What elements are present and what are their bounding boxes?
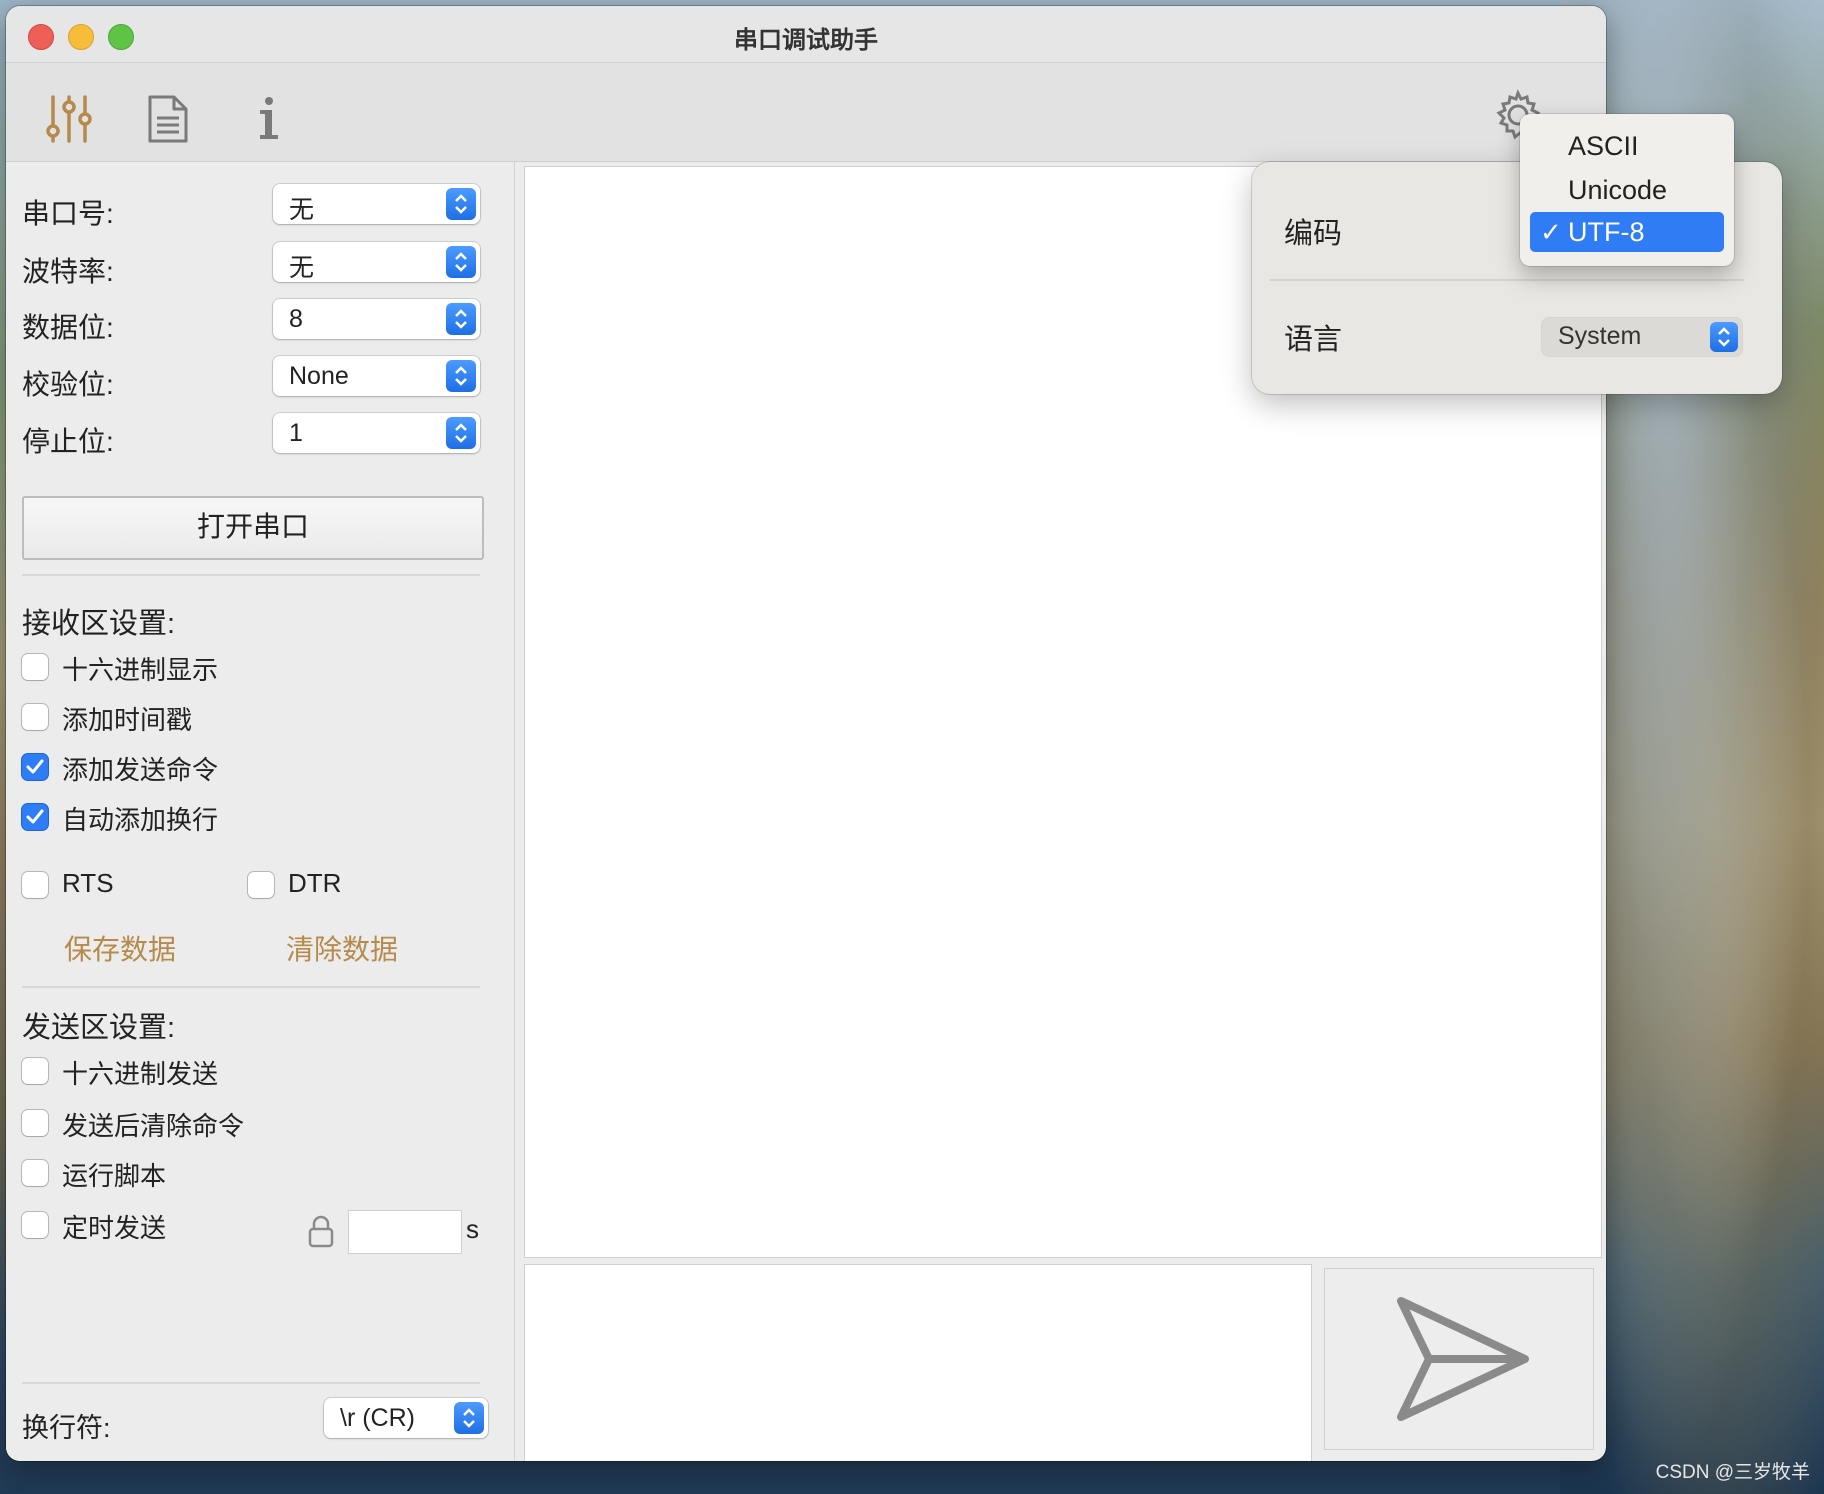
baud-label: 波特率: [22, 256, 114, 287]
encoding-option-unicode[interactable]: Unicode [1530, 170, 1724, 210]
parity-label: 校验位: [22, 369, 114, 400]
encoding-option-label: ASCII [1568, 131, 1639, 161]
hex-send-label: 十六进制发送 [62, 1059, 219, 1089]
interval-unit: s [466, 1214, 479, 1244]
timed-send-checkbox[interactable] [22, 1212, 48, 1238]
newline-label: 换行符: [22, 1413, 111, 1443]
checkmark-icon: ✓ [1540, 217, 1562, 247]
toolbar [6, 63, 1606, 162]
divider [22, 574, 480, 576]
echo-command-label: 添加发送命令 [62, 755, 219, 785]
auto-newline-label: 自动添加换行 [62, 805, 219, 835]
sliders-icon[interactable] [44, 93, 94, 145]
run-script-label: 运行脚本 [62, 1161, 167, 1191]
chevron-updown-icon [446, 303, 476, 335]
chevron-updown-icon [446, 188, 476, 220]
divider [22, 1382, 480, 1384]
send-section-title: 发送区设置: [22, 1012, 176, 1044]
encoding-menu: ASCII Unicode ✓ UTF-8 [1520, 114, 1734, 266]
chevron-updown-icon [1710, 322, 1738, 352]
clear-data-button[interactable]: 清除数据 [286, 928, 398, 968]
send-button[interactable] [1324, 1268, 1594, 1450]
port-value: 无 [289, 196, 315, 224]
watermark: CSDN @三岁牧羊 [1655, 1462, 1810, 1483]
window-title: 串口调试助手 [734, 27, 878, 54]
newline-select[interactable]: \r (CR) [324, 1398, 488, 1438]
send-plane-icon [1397, 1297, 1529, 1421]
lock-icon[interactable] [306, 1214, 336, 1248]
language-select[interactable]: System [1542, 318, 1742, 356]
parity-select[interactable]: None [273, 356, 480, 396]
stopbits-label: 停止位: [22, 426, 114, 457]
auto-newline-checkbox[interactable] [22, 804, 48, 830]
send-text-area[interactable] [524, 1264, 1312, 1461]
databits-label: 数据位: [22, 312, 114, 343]
baud-value: 无 [289, 254, 315, 282]
port-select[interactable]: 无 [273, 184, 480, 224]
title-bar: 串口调试助手 [6, 6, 1606, 63]
databits-select[interactable]: 8 [273, 299, 480, 339]
chevron-updown-icon [446, 360, 476, 392]
clear-after-send-checkbox[interactable] [22, 1110, 48, 1136]
info-icon[interactable] [244, 93, 294, 145]
save-data-button[interactable]: 保存数据 [64, 928, 176, 968]
hex-display-checkbox[interactable] [22, 654, 48, 680]
interval-input[interactable] [348, 1210, 462, 1254]
open-port-button[interactable]: 打开串口 [22, 496, 484, 560]
baud-select[interactable]: 无 [273, 242, 480, 282]
timed-send-label: 定时发送 [62, 1213, 167, 1243]
chevron-updown-icon [446, 417, 476, 449]
newline-value: \r (CR) [340, 1404, 415, 1432]
stopbits-value: 1 [289, 419, 303, 447]
stopbits-select[interactable]: 1 [273, 413, 480, 453]
port-label: 串口号: [22, 198, 114, 229]
run-script-checkbox[interactable] [22, 1160, 48, 1186]
document-icon[interactable] [142, 93, 192, 145]
encoding-option-ascii[interactable]: ASCII [1530, 126, 1724, 166]
databits-value: 8 [289, 305, 303, 333]
receive-section-title: 接收区设置: [22, 608, 176, 640]
divider [1270, 279, 1744, 281]
language-value: System [1558, 322, 1642, 350]
encoding-option-label: Unicode [1568, 175, 1668, 205]
echo-command-checkbox[interactable] [22, 754, 48, 780]
rts-label: RTS [62, 868, 114, 898]
timestamp-label: 添加时间戳 [62, 705, 193, 735]
hex-display-label: 十六进制显示 [62, 655, 219, 685]
dtr-checkbox[interactable] [248, 872, 274, 898]
encoding-option-label: UTF-8 [1568, 217, 1645, 247]
parity-value: None [289, 362, 349, 390]
clear-after-send-label: 发送后清除命令 [62, 1111, 245, 1141]
sidebar: 串口号: 无 波特率: 无 数据位: 8 校验位: None 停止位: 1 打开… [6, 162, 515, 1461]
timestamp-checkbox[interactable] [22, 704, 48, 730]
encoding-option-utf8[interactable]: ✓ UTF-8 [1530, 212, 1724, 252]
language-label: 语言 [1284, 324, 1343, 356]
hex-send-checkbox[interactable] [22, 1058, 48, 1084]
rts-checkbox[interactable] [22, 872, 48, 898]
chevron-updown-icon [454, 1402, 484, 1434]
divider [22, 986, 480, 988]
dtr-label: DTR [288, 868, 342, 898]
encoding-label: 编码 [1284, 218, 1343, 250]
chevron-updown-icon [446, 246, 476, 278]
